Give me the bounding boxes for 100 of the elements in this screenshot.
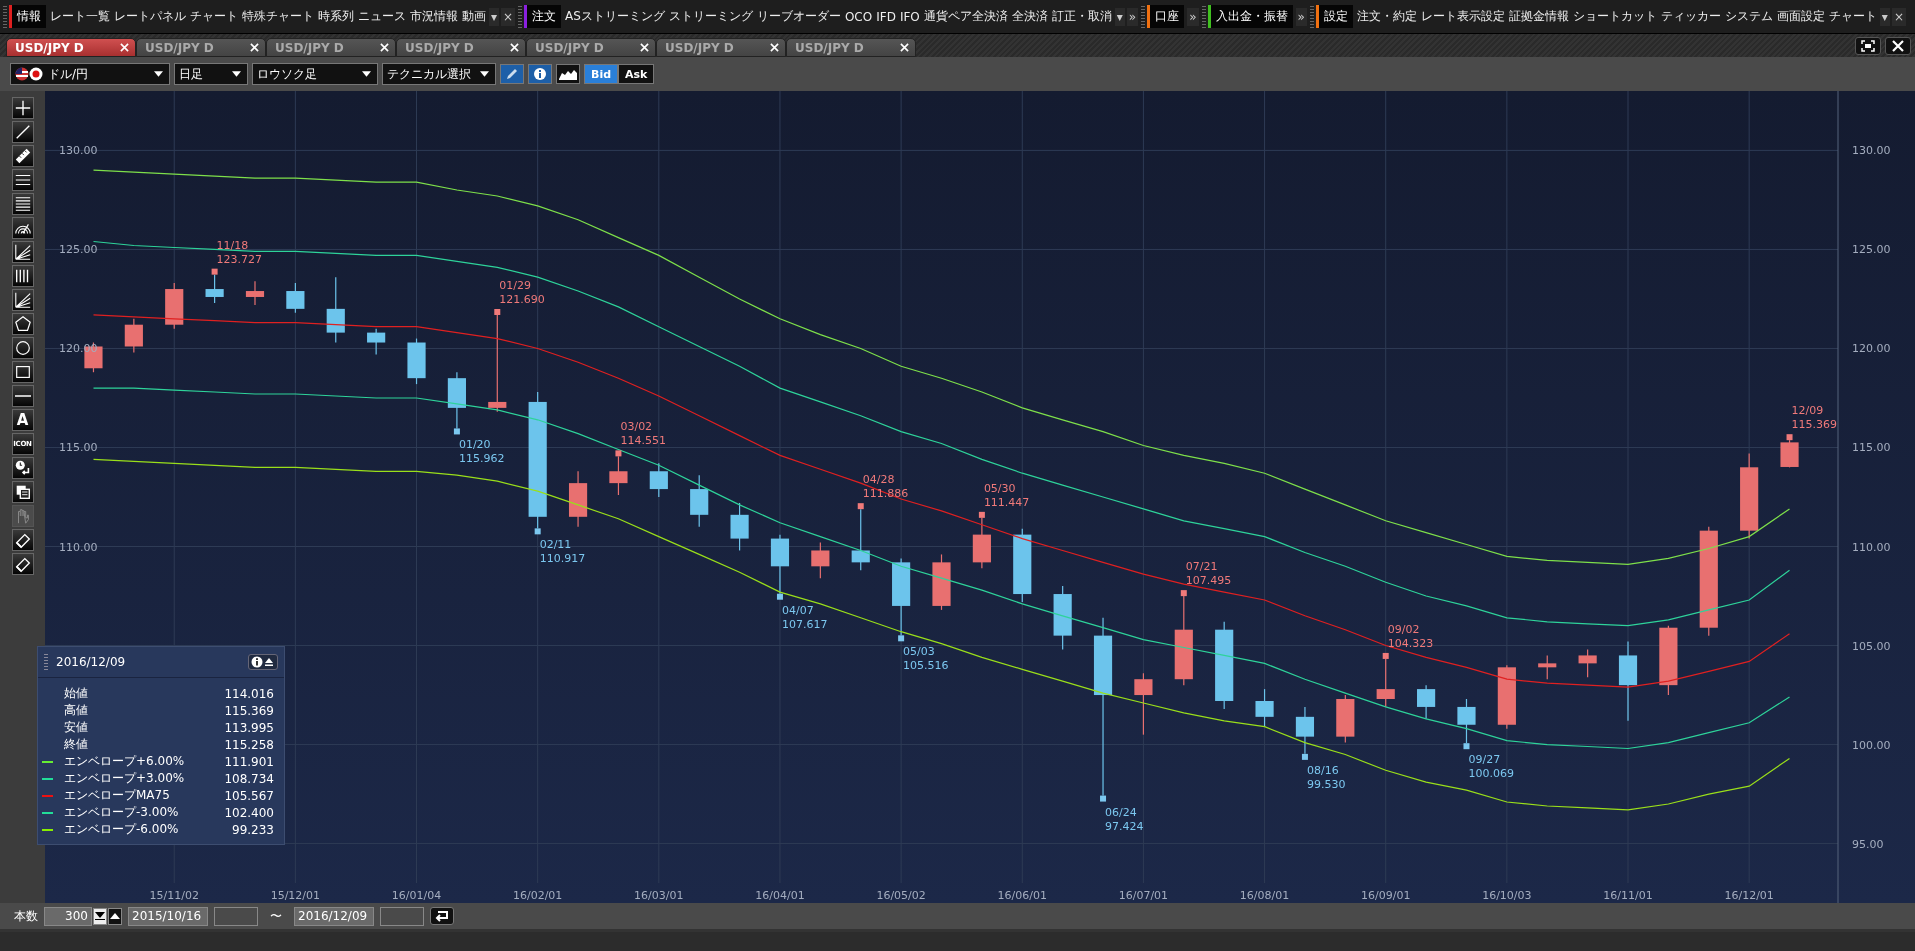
- x-axis-label: 16/08/01: [1239, 889, 1290, 902]
- text-tool[interactable]: A: [11, 409, 34, 431]
- pentagon-tool[interactable]: [11, 313, 34, 335]
- menu-item[interactable]: IFD: [874, 9, 898, 24]
- close-icon[interactable]: [640, 43, 649, 52]
- close-icon[interactable]: [120, 43, 129, 52]
- menu-item[interactable]: 特殊チャート: [240, 8, 316, 25]
- copy-tool[interactable]: [11, 481, 34, 503]
- menu-item[interactable]: ASストリーミング: [563, 8, 667, 25]
- menu-item[interactable]: 証拠金情報: [1506, 8, 1571, 25]
- menu-control[interactable]: ▾: [1114, 7, 1125, 26]
- eraser-tool[interactable]: [11, 529, 34, 551]
- chart-type-select[interactable]: ロウソク足: [252, 63, 378, 85]
- price-mode-toggle[interactable]: Ask: [618, 64, 655, 84]
- menu-item[interactable]: チャート: [188, 8, 240, 25]
- close-icon[interactable]: [250, 43, 259, 52]
- close-icon[interactable]: [770, 43, 779, 52]
- menu-item[interactable]: ティッカー: [1658, 8, 1723, 25]
- bar-count-label: 本数: [14, 907, 38, 925]
- chart-tab[interactable]: USD/JPY D: [526, 38, 656, 57]
- menu-item[interactable]: 動画: [460, 8, 488, 25]
- chart-tab[interactable]: USD/JPY D: [266, 38, 396, 57]
- crosshair-tool[interactable]: [11, 97, 34, 119]
- info-button[interactable]: [528, 64, 552, 84]
- menu-group-title[interactable]: 注文: [524, 5, 562, 28]
- menu-item[interactable]: レートパネル: [112, 8, 188, 25]
- menu-group-title[interactable]: 入出金・振替: [1207, 5, 1293, 28]
- area-chart-button[interactable]: [556, 64, 580, 84]
- rect-tool[interactable]: [11, 361, 34, 383]
- bar-count-field[interactable]: 300: [44, 906, 92, 926]
- increment-button[interactable]: [108, 907, 122, 925]
- close-icon[interactable]: [380, 43, 389, 52]
- maximize-button[interactable]: [1855, 37, 1881, 55]
- start-time-field[interactable]: [214, 906, 258, 926]
- menu-item[interactable]: レート一覧: [48, 8, 112, 25]
- menu-item[interactable]: チャート: [1826, 8, 1879, 25]
- close-button[interactable]: [1885, 37, 1911, 55]
- chart-tab[interactable]: USD/JPY D: [136, 38, 266, 57]
- y-axis-label: 115.00: [59, 441, 98, 455]
- menu-control[interactable]: »: [1126, 7, 1139, 26]
- menu-item[interactable]: 時系列: [316, 8, 356, 25]
- decrement-button[interactable]: [93, 907, 107, 925]
- lines5-tool[interactable]: [11, 193, 34, 215]
- menu-control[interactable]: ▾: [1879, 7, 1890, 26]
- end-time-field[interactable]: [380, 906, 424, 926]
- menu-item[interactable]: システム: [1722, 8, 1775, 25]
- menu-item[interactable]: 通貨ペア全決済: [921, 8, 1010, 25]
- menu-item[interactable]: ショートカット: [1570, 8, 1659, 25]
- period-select[interactable]: 日足: [174, 63, 248, 85]
- technical-select[interactable]: テクニカル選択: [382, 63, 496, 85]
- menu-group-title[interactable]: 設定: [1315, 5, 1353, 28]
- menu-item[interactable]: リーブオーダー: [754, 8, 843, 25]
- lines3-tool[interactable]: [11, 169, 34, 191]
- menu-item[interactable]: ストリーミング: [666, 8, 755, 25]
- menu-control[interactable]: »: [1187, 7, 1199, 26]
- menu-item[interactable]: ニュース: [356, 8, 408, 25]
- arcs-tool[interactable]: [11, 217, 34, 239]
- menu-item[interactable]: 注文・約定: [1354, 8, 1419, 25]
- eraser-tool[interactable]: [11, 553, 34, 575]
- menu-control[interactable]: ×: [1891, 7, 1906, 26]
- info-label: 安値: [64, 719, 89, 736]
- chart-tab[interactable]: USD/JPY D: [656, 38, 786, 57]
- trendline-tool[interactable]: [11, 121, 34, 143]
- start-date-field[interactable]: 2015/10/16: [128, 906, 208, 926]
- chart-tab[interactable]: USD/JPY D: [6, 38, 136, 57]
- menu-item[interactable]: レート表示設定: [1418, 8, 1507, 25]
- price-mode-toggle[interactable]: Bid: [584, 64, 619, 84]
- chart-tab[interactable]: USD/JPY D: [786, 38, 916, 57]
- info-toggle-button[interactable]: [248, 654, 278, 670]
- menu-item[interactable]: 画面設定: [1774, 8, 1827, 25]
- info-value: 102.400: [224, 805, 274, 820]
- ruler-tool[interactable]: [11, 145, 34, 167]
- menu-item[interactable]: OCO: [842, 9, 875, 24]
- circle-tool[interactable]: [11, 337, 34, 359]
- down-icon: [95, 912, 105, 920]
- lines-icon: [13, 195, 32, 213]
- close-icon[interactable]: [510, 43, 519, 52]
- info-collapse-icon: [251, 656, 275, 668]
- y-axis-label: 95.00: [1852, 837, 1884, 851]
- horizontal-line-icon: [14, 395, 31, 397]
- fan-tool[interactable]: [11, 241, 34, 263]
- return-button[interactable]: [430, 907, 454, 925]
- menu-item[interactable]: 全決済: [1009, 8, 1050, 25]
- menu-group-title[interactable]: 情報: [9, 5, 46, 28]
- chart-tab[interactable]: USD/JPY D: [396, 38, 526, 57]
- clock-tool[interactable]: [11, 457, 34, 479]
- currency-pair-select[interactable]: ドル/円: [10, 63, 170, 85]
- menu-control[interactable]: ▾: [489, 7, 500, 26]
- end-date-field[interactable]: 2016/12/09: [294, 906, 374, 926]
- menu-item[interactable]: 訂正・取消: [1049, 8, 1114, 25]
- vlines-tool[interactable]: [11, 265, 34, 287]
- fan-tool[interactable]: [11, 289, 34, 311]
- menu-item[interactable]: 市況情報: [408, 8, 460, 25]
- menu-item[interactable]: IFO: [897, 9, 922, 24]
- menu-control[interactable]: ×: [501, 7, 516, 26]
- close-icon[interactable]: [900, 43, 909, 52]
- pencil-button[interactable]: [500, 64, 524, 84]
- hline-tool[interactable]: [11, 385, 34, 407]
- menu-control[interactable]: »: [1295, 7, 1307, 26]
- menu-group-title[interactable]: 口座: [1147, 5, 1185, 28]
